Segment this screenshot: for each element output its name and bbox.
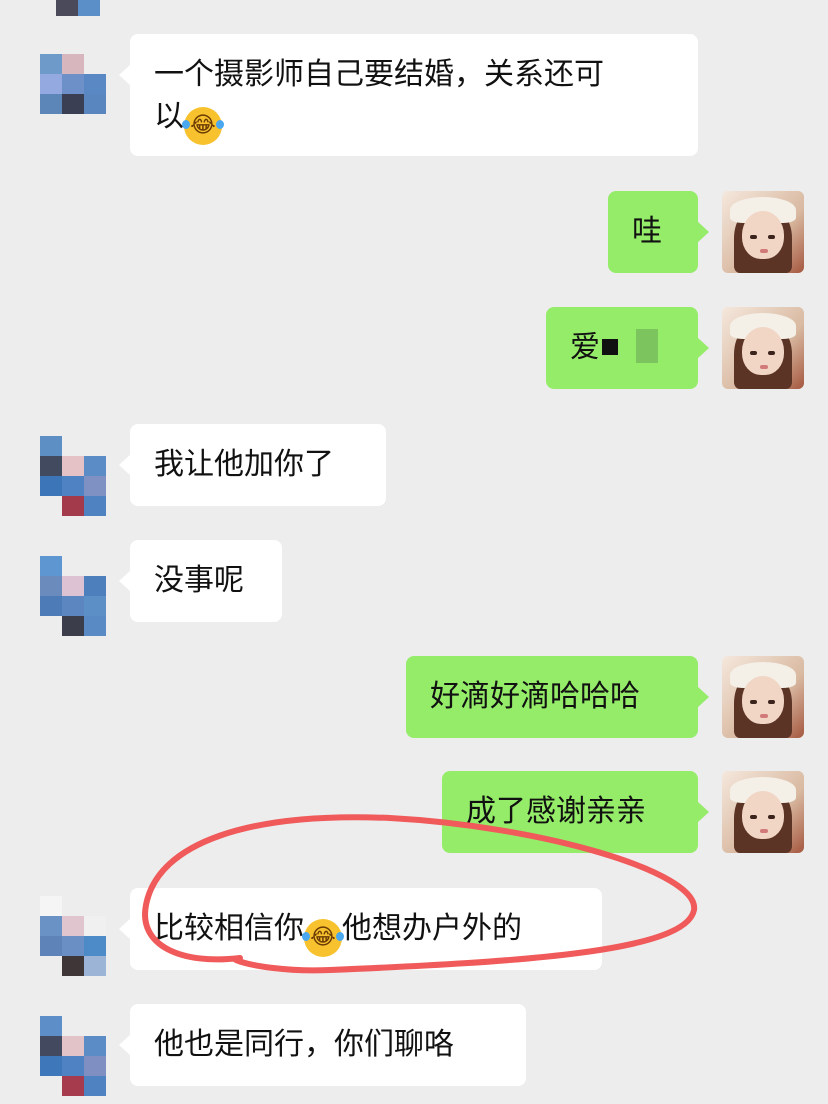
face-with-tears-of-joy-icon: 😂 (302, 919, 344, 957)
message-text: 他想办户外的 (342, 911, 522, 946)
contact-avatar[interactable] (40, 34, 106, 114)
message-text: 成了感谢亲亲 (466, 794, 646, 829)
self-avatar[interactable] (722, 656, 804, 738)
redaction-mark (602, 339, 618, 355)
message-text: 他也是同行，你们聊咯 (154, 1027, 454, 1062)
self-avatar[interactable] (722, 771, 804, 853)
message-bubble-outgoing[interactable]: 好滴好滴哈哈哈 (406, 656, 709, 738)
message-bubble-outgoing[interactable]: 哇 (608, 191, 709, 273)
self-avatar[interactable] (722, 307, 804, 389)
self-avatar[interactable] (722, 191, 804, 273)
contact-avatar[interactable] (40, 0, 106, 16)
message-text: 没事呢 (154, 563, 244, 598)
message-bubble-incoming[interactable]: 一个摄影师自己要结婚，关系还可 以 😂 (119, 34, 698, 156)
message-bubble-incoming[interactable]: 没事呢 (119, 540, 282, 622)
message-bubble-outgoing[interactable]: 爱 (546, 307, 709, 389)
contact-avatar[interactable] (40, 888, 106, 978)
message-text: 哇 (632, 214, 662, 249)
message-bubble-incoming[interactable]: 他也是同行，你们聊咯 (119, 1004, 526, 1086)
message-bubble-incoming[interactable]: 比较相信你 😂 他想办户外的 (119, 888, 602, 970)
message-text: 爱 (570, 330, 600, 365)
message-bubble-outgoing[interactable]: 成了感谢亲亲 (442, 771, 709, 853)
message-text: 好滴好滴哈哈哈 (430, 679, 640, 714)
message-text: 一个摄影师自己要结婚，关系还可 (154, 57, 604, 92)
contact-avatar[interactable] (40, 1004, 106, 1100)
message-text: 我让他加你了 (154, 447, 334, 482)
contact-avatar[interactable] (40, 540, 106, 636)
contact-avatar[interactable] (40, 424, 106, 516)
message-bubble-incoming[interactable]: 我让他加你了 (119, 424, 386, 506)
redaction-mark (636, 329, 658, 363)
message-text: 以 😂 (154, 96, 674, 145)
face-with-tears-of-joy-icon: 😂 (182, 107, 224, 145)
message-text: 比较相信你 (154, 911, 304, 946)
